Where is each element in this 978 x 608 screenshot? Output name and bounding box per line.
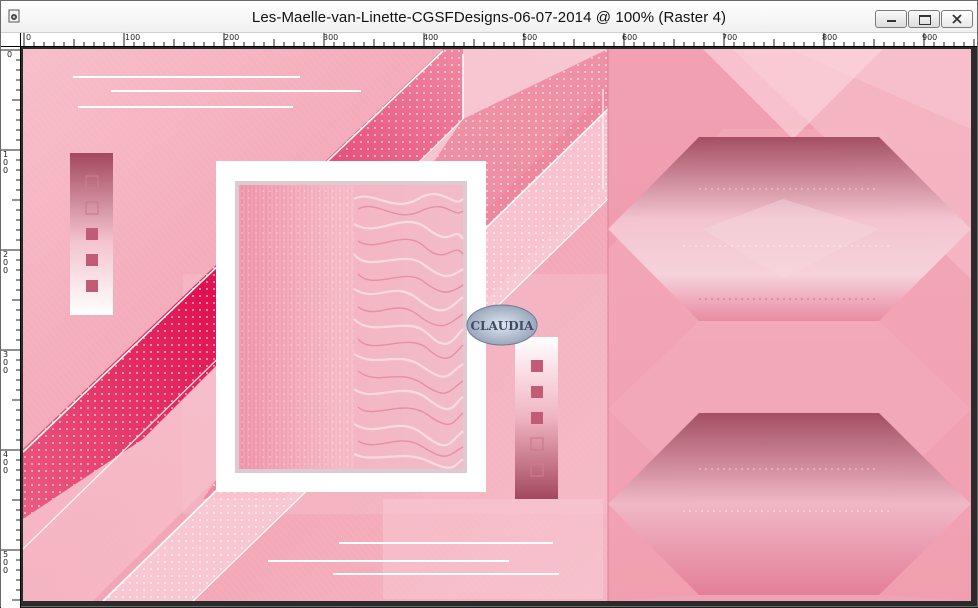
ruler-v-label-400: 400 [3, 450, 9, 475]
title-bar[interactable]: Les-Maelle-van-Linette-CGSFDesigns-06-07… [1, 1, 977, 33]
ruler-h-label-400: 400 [423, 33, 439, 42]
minimize-button[interactable] [875, 10, 907, 28]
watermark-text: CLAUDIA [470, 319, 534, 333]
ruler-h-label-600: 600 [622, 33, 638, 42]
ruler-h-label-800: 800 [822, 33, 838, 42]
ruler-h-label-200: 200 [224, 33, 240, 42]
ruler-h-label-900: 900 [922, 33, 938, 42]
window-title: Les-Maelle-van-Linette-CGSFDesigns-06-07… [251, 9, 727, 26]
image-canvas[interactable]: CLAUDIA [23, 49, 971, 601]
framed-picture [216, 161, 486, 492]
ruler-v-label-100: 100 [3, 150, 9, 175]
ruler-h-label-700: 700 [722, 33, 738, 42]
close-button[interactable] [941, 10, 973, 28]
vertical-ruler[interactable]: 0 100 200 300 400 500 [1, 47, 21, 608]
ruler-h-label-0: 0 [26, 33, 32, 42]
ruler-corner [1, 33, 21, 47]
right-deco-strip [515, 337, 558, 499]
artwork: CLAUDIA [23, 49, 971, 601]
ruler-v-label-200: 200 [3, 250, 9, 275]
ruler-h-label-300: 300 [323, 33, 339, 42]
ruler-v-label-0: 0 [7, 50, 13, 59]
ruler-v-label-500: 500 [3, 550, 9, 575]
canvas-area[interactable]: CLAUDIA [21, 47, 977, 606]
close-icon [952, 14, 962, 24]
left-deco-strip [70, 153, 113, 315]
ruler-h-label-100: 100 [125, 33, 141, 42]
image-window: Les-Maelle-van-Linette-CGSFDesigns-06-07… [0, 0, 978, 608]
horizontal-ruler[interactable]: 0 100 200 300 400 500 600 700 800 900 [21, 33, 977, 47]
ruler-v-label-300: 300 [3, 350, 9, 375]
maximize-button[interactable] [908, 10, 940, 28]
watermark-badge: CLAUDIA [466, 304, 538, 346]
ruler-h-label-500: 500 [522, 33, 538, 42]
